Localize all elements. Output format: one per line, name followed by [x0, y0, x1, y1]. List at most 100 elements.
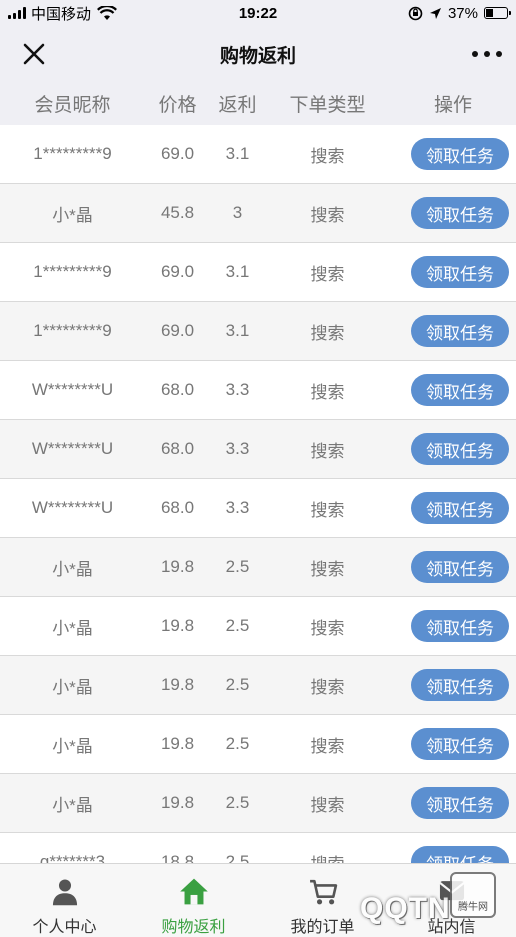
cell-rebate: 2.5: [225, 557, 250, 576]
cell-rebate: 3.1: [225, 144, 250, 163]
claim-task-button[interactable]: 领取任务: [411, 610, 509, 642]
cell-price: 68.0: [160, 498, 195, 517]
cell-order-type: 搜索: [310, 618, 345, 638]
cell-price: 19.8: [160, 793, 195, 812]
cell-order-type: 搜索: [265, 850, 390, 864]
claim-task-button[interactable]: 领取任务: [411, 492, 509, 524]
table-row: 小*晶 19.8 2.5 搜索 领取任务: [0, 774, 516, 833]
cell-price: 19.8: [160, 616, 195, 635]
cell-order-type: 搜索: [310, 205, 345, 225]
cell-order-type: 搜索: [310, 559, 345, 579]
cell-rebate: 2.5: [225, 616, 250, 635]
claim-task-button[interactable]: 领取任务: [411, 551, 509, 583]
cell-order-type: 搜索: [310, 146, 345, 166]
header-price: 价格: [158, 95, 197, 116]
cell-rebate: 3: [232, 203, 243, 222]
cell-price: 19.8: [160, 675, 195, 694]
cell-price: 19.8: [160, 557, 195, 576]
cell-order-type: 搜索: [310, 500, 345, 520]
header-order-type: 下单类型: [289, 95, 366, 116]
claim-task-button[interactable]: 领取任务: [411, 374, 509, 406]
battery-icon: [484, 7, 511, 19]
tab-messages[interactable]: 站内信: [387, 864, 516, 937]
claim-task-button[interactable]: 领取任务: [411, 315, 509, 347]
cell-nickname: g*******3: [39, 852, 106, 863]
tab-personal-center[interactable]: 个人中心: [0, 864, 129, 937]
table-row: 1*********9 69.0 3.1 搜索 领取任务: [0, 243, 516, 302]
cell-rebate: 2.5: [225, 852, 250, 863]
cell-price: 68.0: [160, 380, 195, 399]
table-row: 小*晶 19.8 2.5 搜索 领取任务: [0, 597, 516, 656]
table-row: W********U 68.0 3.3 搜索 领取任务: [0, 420, 516, 479]
person-icon: [52, 879, 77, 906]
cell-order-type: 搜索: [310, 323, 345, 343]
cell-rebate: 3.1: [225, 321, 250, 340]
table-row: W********U 68.0 3.3 搜索 领取任务: [0, 361, 516, 420]
rotation-lock-icon: [408, 6, 423, 20]
cell-price: 19.8: [160, 734, 195, 753]
cell-price: 68.0: [160, 439, 195, 458]
cell-nickname: 小*晶: [52, 677, 93, 697]
cell-nickname: 小*晶: [52, 736, 93, 756]
tab-bar: 个人中心 购物返利 我的订单 站内信: [0, 863, 516, 937]
claim-task-button[interactable]: 领取任务: [411, 256, 509, 288]
cell-price: 69.0: [160, 321, 195, 340]
table-row: 小*晶 45.8 3 搜索 领取任务: [0, 184, 516, 243]
cell-nickname: 1*********9: [33, 144, 112, 163]
claim-task-button[interactable]: 领取任务: [411, 669, 509, 701]
table-row: 小*晶 19.8 2.5 搜索 领取任务: [0, 538, 516, 597]
cell-nickname: 小*晶: [52, 618, 93, 638]
cell-order-type: 搜索: [310, 736, 345, 756]
table-row: 1*********9 69.0 3.1 搜索 领取任务: [0, 302, 516, 361]
cell-order-type: 搜索: [310, 795, 345, 815]
claim-task-button[interactable]: 领取任务: [411, 728, 509, 760]
cell-rebate: 3.3: [225, 439, 250, 458]
cell-nickname: 小*晶: [52, 559, 93, 579]
claim-task-button[interactable]: 领取任务: [411, 433, 509, 465]
cell-order-type: 搜索: [310, 441, 345, 461]
table-row: 小*晶 19.8 2.5 搜索 领取任务: [0, 715, 516, 774]
status-right: 37%: [408, 4, 511, 22]
claim-task-button[interactable]: 领取任务: [411, 197, 509, 229]
cell-nickname: 1*********9: [33, 321, 112, 340]
home-icon: [179, 878, 208, 905]
tab-shopping-rebate[interactable]: 购物返利: [129, 864, 258, 937]
cell-nickname: 1*********9: [33, 262, 112, 281]
cell-rebate: 2.5: [225, 734, 250, 753]
table-header: 会员昵称 价格 返利 下单类型 操作: [0, 82, 516, 125]
table-row: 1*********9 69.0 3.1 搜索 领取任务: [0, 125, 516, 184]
claim-task-button[interactable]: 领取任务: [411, 846, 509, 863]
cell-rebate: 2.5: [225, 793, 250, 812]
tab-label: 站内信: [427, 919, 476, 936]
cell-order-type: 搜索: [310, 264, 345, 284]
cell-order-type: 搜索: [310, 382, 345, 402]
nav-bar: 购物返利: [0, 26, 516, 82]
header-nickname: 会员昵称: [34, 95, 111, 116]
cell-price: 69.0: [160, 144, 195, 163]
more-icon[interactable]: [472, 42, 502, 66]
battery-percent: 37%: [447, 4, 478, 22]
cell-price: 18.8: [160, 852, 195, 863]
header-rebate: 返利: [218, 95, 257, 116]
message-icon: [438, 881, 465, 901]
cart-icon: [309, 879, 337, 905]
cell-rebate: 2.5: [225, 675, 250, 694]
tab-label: 购物返利: [161, 919, 226, 936]
cell-nickname: W********U: [31, 498, 114, 517]
cell-nickname: W********U: [31, 380, 114, 399]
tab-label: 我的订单: [290, 919, 355, 936]
tab-my-orders[interactable]: 我的订单: [258, 864, 387, 937]
cell-nickname: 小*晶: [52, 205, 93, 225]
claim-task-button[interactable]: 领取任务: [411, 138, 509, 170]
claim-task-button[interactable]: 领取任务: [411, 787, 509, 819]
cell-price: 69.0: [160, 262, 195, 281]
cell-nickname: W********U: [31, 439, 114, 458]
page-title: 购物返利: [219, 45, 296, 67]
status-bar: 中国移动 19:22 37%: [0, 0, 516, 26]
table-row: W********U 68.0 3.3 搜索 领取任务: [0, 479, 516, 538]
close-icon[interactable]: [20, 40, 48, 68]
cell-nickname: 小*晶: [52, 795, 93, 815]
table-row: 小*晶 19.8 2.5 搜索 领取任务: [0, 656, 516, 715]
task-list: 1*********9 69.0 3.1 搜索 领取任务 小*晶 45.8 3 搜索 领取任务 1*…: [0, 125, 516, 863]
cell-price: 45.8: [160, 203, 195, 222]
